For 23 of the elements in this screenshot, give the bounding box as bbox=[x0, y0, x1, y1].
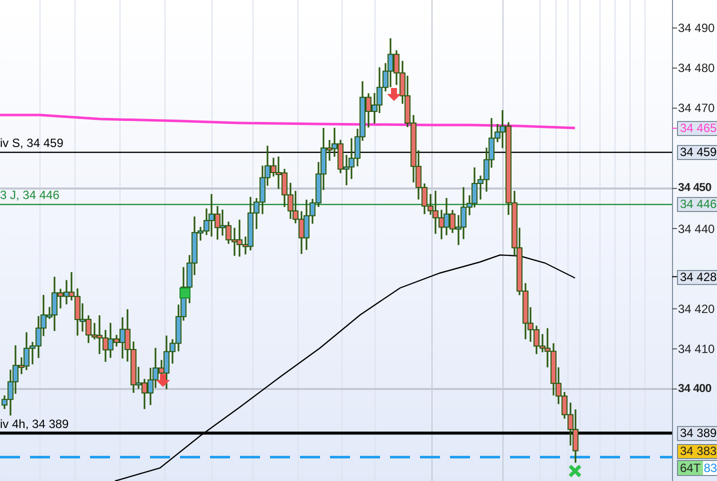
level-label: iv 4h, 34 389 bbox=[0, 417, 69, 432]
axis-tick-label: 34 400 bbox=[678, 382, 712, 396]
tick-count-label: 64T bbox=[678, 461, 703, 475]
square-marker-icon bbox=[180, 288, 190, 298]
price-tag: 34 459 bbox=[677, 145, 717, 160]
down-arrow-icon bbox=[156, 374, 170, 387]
axis-tick-label: 34 450 bbox=[678, 181, 712, 196]
axis-tick-label: 34 410 bbox=[678, 342, 715, 356]
axis-tick-label: 34 470 bbox=[678, 101, 715, 116]
down-arrow-icon bbox=[387, 88, 401, 101]
last-price-tag: 34 383 bbox=[677, 444, 717, 459]
price-tag: 34 389 bbox=[677, 426, 717, 442]
axis-tick-label: 34 480 bbox=[678, 61, 715, 76]
axis-tick-label: 34 490 bbox=[678, 21, 715, 35]
axis-tick-label: 34 440 bbox=[678, 222, 715, 236]
level-label: 3 J, 34 446 bbox=[0, 188, 60, 202]
cross-marker-icon bbox=[568, 464, 582, 478]
price-tag: 34 465 bbox=[677, 121, 717, 136]
level-label: iv S, 34 459 bbox=[0, 136, 64, 150]
axis-tick-label: 34 420 bbox=[678, 302, 715, 316]
price-tag: 34 446 bbox=[677, 197, 717, 212]
price-tag: 34 428 bbox=[677, 270, 717, 285]
countdown-label: 83 bbox=[702, 461, 717, 475]
